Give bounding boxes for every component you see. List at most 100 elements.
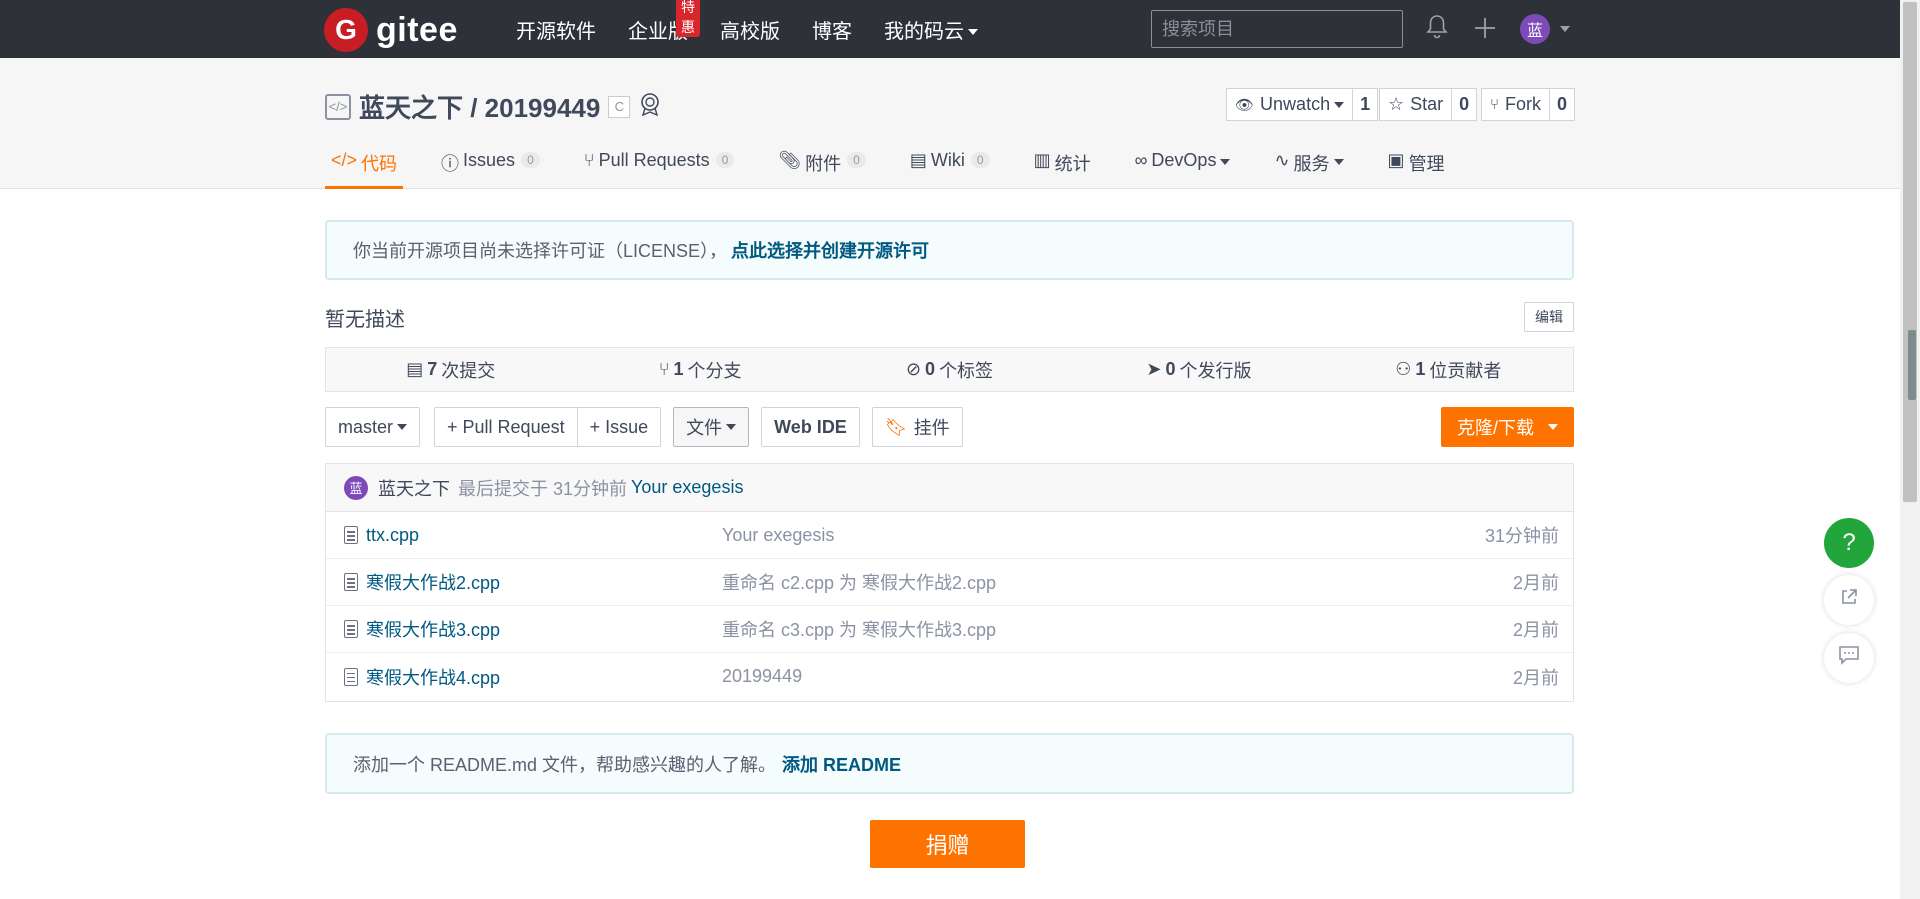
donate-button[interactable]: 捐赠	[870, 820, 1025, 868]
chevron-down-icon	[968, 29, 978, 36]
widget-button[interactable]: 🔖︎ 挂件	[871, 407, 963, 447]
edit-description-button[interactable]: 编辑	[1524, 302, 1574, 332]
file-menu-button[interactable]: 文件	[673, 407, 750, 447]
tab-pull-requests[interactable]: ⑂ Pull Requests 0	[578, 140, 741, 189]
scrollbar-minimap	[1908, 330, 1916, 400]
branch-select[interactable]: master	[325, 407, 421, 447]
fork-button[interactable]: ⑂ Fork 0	[1481, 88, 1576, 121]
tab-stats[interactable]: ▥ 统计	[1028, 140, 1097, 189]
watch-count[interactable]: 1	[1353, 89, 1377, 120]
stat-contributors[interactable]: ⚇ 1 位贡献者	[1324, 348, 1573, 391]
clone-download-button[interactable]: 克隆/下载	[1441, 407, 1574, 447]
chevron-down-icon	[1220, 159, 1231, 165]
star-button[interactable]: ☆ Star 0	[1379, 88, 1478, 121]
widget-label: 挂件	[913, 418, 950, 438]
star-count[interactable]: 0	[1452, 89, 1476, 120]
tab-wiki[interactable]: ▤ Wiki 0	[904, 140, 996, 189]
web-ide-button[interactable]: Web IDE	[761, 407, 860, 447]
create-license-link[interactable]: 点此选择并创建开源许可	[731, 237, 929, 263]
unwatch-button[interactable]: 👁︎ Unwatch 1	[1226, 88, 1379, 121]
tab-services-label: 服务	[1293, 154, 1330, 174]
file-name[interactable]: 寒假大作战4.cpp	[366, 664, 721, 690]
repo-name[interactable]: 蓝天之下 / 20199449	[359, 88, 600, 125]
fork-label: ⑂ Fork	[1482, 89, 1551, 120]
file-icon	[344, 667, 358, 686]
repo-description: 暂无描述	[325, 309, 405, 331]
file-commit-message[interactable]: 重命名 c2.cpp 为 寒假大作战2.cpp	[722, 569, 996, 595]
repo-toolbar: master + Pull Request + Issue 文件 Web IDE…	[325, 407, 963, 447]
scrollbar-thumb[interactable]	[1903, 2, 1917, 502]
user-avatar[interactable]: 蓝	[1520, 14, 1550, 44]
nav-open-source[interactable]: 开源软件	[516, 15, 596, 44]
stat-branches[interactable]: ⑂ 1 个分支	[575, 348, 824, 391]
file-row[interactable]: ttx.cpp Your exegesis 31分钟前	[326, 512, 1573, 559]
tab-stats-label: 统计	[1054, 154, 1091, 174]
unwatch-text: Unwatch	[1260, 94, 1331, 114]
file-commit-message[interactable]: 20199449	[722, 666, 802, 687]
plus-icon[interactable]	[1473, 16, 1497, 45]
stat-releases[interactable]: ➤ 0 个发行版	[1074, 348, 1323, 391]
tab-attachments[interactable]: 📎︎ 附件 0	[772, 140, 872, 189]
file-icon	[344, 573, 358, 591]
file-name[interactable]: 寒假大作战3.cpp	[366, 616, 721, 642]
code-repo-icon: </>	[325, 93, 351, 120]
main-nav: 开源软件 企业版 特惠 高校版 博客 我的码云	[516, 0, 1010, 58]
file-commit-message[interactable]: 重命名 c3.cpp 为 寒假大作战3.cpp	[722, 616, 996, 642]
tab-pull-requests-count: 0	[715, 152, 735, 168]
pull-request-icon: ⑂	[583, 150, 595, 170]
stat-commits[interactable]: ▤ 7 次提交	[326, 348, 575, 391]
file-row[interactable]: 寒假大作战3.cpp 重命名 c3.cpp 为 寒假大作战3.cpp 2月前	[326, 606, 1573, 653]
top-navbar: G gitee 开源软件 企业版特惠 高校版 博客 我的码云 蓝	[0, 0, 1900, 58]
stat-tags[interactable]: ⊘ 0 个标签	[825, 348, 1074, 391]
fork-icon: ⑂	[1490, 96, 1500, 113]
language-badge: C	[608, 95, 631, 118]
fork-count[interactable]: 0	[1550, 89, 1574, 120]
nav-my-gitee[interactable]: 我的码云	[884, 15, 978, 44]
file-name[interactable]: 寒假大作战2.cpp	[366, 569, 721, 595]
file-row[interactable]: 寒假大作战2.cpp 重命名 c2.cpp 为 寒假大作战2.cpp 2月前	[326, 559, 1573, 606]
tab-code[interactable]: </> 代码	[325, 140, 404, 189]
tab-devops[interactable]: ∞ DevOps	[1129, 140, 1237, 189]
chat-icon	[1838, 645, 1860, 671]
repo-stats: ▤ 7 次提交 ⑂ 1 个分支 ⊘ 0 个标签 ➤ 0 个发行版 ⚇ 1 位贡献者	[325, 347, 1574, 392]
file-row[interactable]: 寒假大作战4.cpp 20199449 2月前	[326, 653, 1573, 700]
file-name[interactable]: ttx.cpp	[366, 525, 721, 546]
commit-message[interactable]: Your exegesis	[631, 477, 743, 498]
unwatch-label: 👁︎ Unwatch	[1227, 89, 1354, 120]
tab-manage[interactable]: ▣ 管理	[1382, 140, 1451, 189]
help-button[interactable]: ?	[1824, 518, 1874, 568]
tab-code-label: 代码	[361, 154, 398, 174]
feedback-button[interactable]	[1824, 633, 1874, 683]
gitee-logo[interactable]: G gitee	[324, 8, 458, 52]
file-list: 蓝 蓝天之下 最后提交于 31分钟前 Your exegesis ttx.cpp…	[325, 463, 1574, 702]
pulse-icon: ∿	[1274, 150, 1290, 170]
search-input[interactable]	[1151, 10, 1403, 48]
chevron-down-icon	[1333, 159, 1344, 165]
gitee-logo-text: gitee	[376, 10, 458, 49]
file-commit-message[interactable]: Your exegesis	[722, 525, 834, 546]
branch-select-label: master	[338, 416, 394, 437]
code-icon: </>	[331, 150, 358, 170]
commit-author[interactable]: 蓝天之下	[378, 475, 450, 501]
external-link-icon	[1839, 587, 1859, 613]
commit-author-avatar[interactable]: 蓝	[344, 475, 368, 500]
add-readme-link[interactable]: 添加 README	[782, 751, 901, 777]
tab-issues[interactable]: ⓘ Issues 0	[435, 140, 546, 189]
bell-icon[interactable]	[1426, 14, 1448, 45]
help-icon: ?	[1842, 529, 1856, 556]
issue-icon: ⓘ	[441, 154, 460, 174]
bar-chart-icon: ▥	[1033, 150, 1051, 170]
chevron-down-icon	[726, 424, 737, 430]
avatar-chevron-down-icon[interactable]	[1560, 26, 1570, 32]
new-issue-button[interactable]: + Issue	[577, 407, 662, 447]
award-icon[interactable]	[638, 91, 662, 123]
nav-blog[interactable]: 博客	[812, 15, 852, 44]
stat-releases-num: 0	[1165, 359, 1176, 379]
new-pull-request-button[interactable]: + Pull Request	[434, 407, 578, 447]
nav-education[interactable]: 高校版	[720, 15, 780, 44]
tab-services[interactable]: ∿ 服务	[1268, 140, 1349, 189]
share-button[interactable]	[1824, 575, 1874, 625]
nav-enterprise[interactable]: 企业版 特惠	[628, 0, 700, 44]
paperclip-icon: 📎︎	[778, 150, 802, 170]
nav-my-gitee-label: 我的码云	[884, 20, 964, 43]
